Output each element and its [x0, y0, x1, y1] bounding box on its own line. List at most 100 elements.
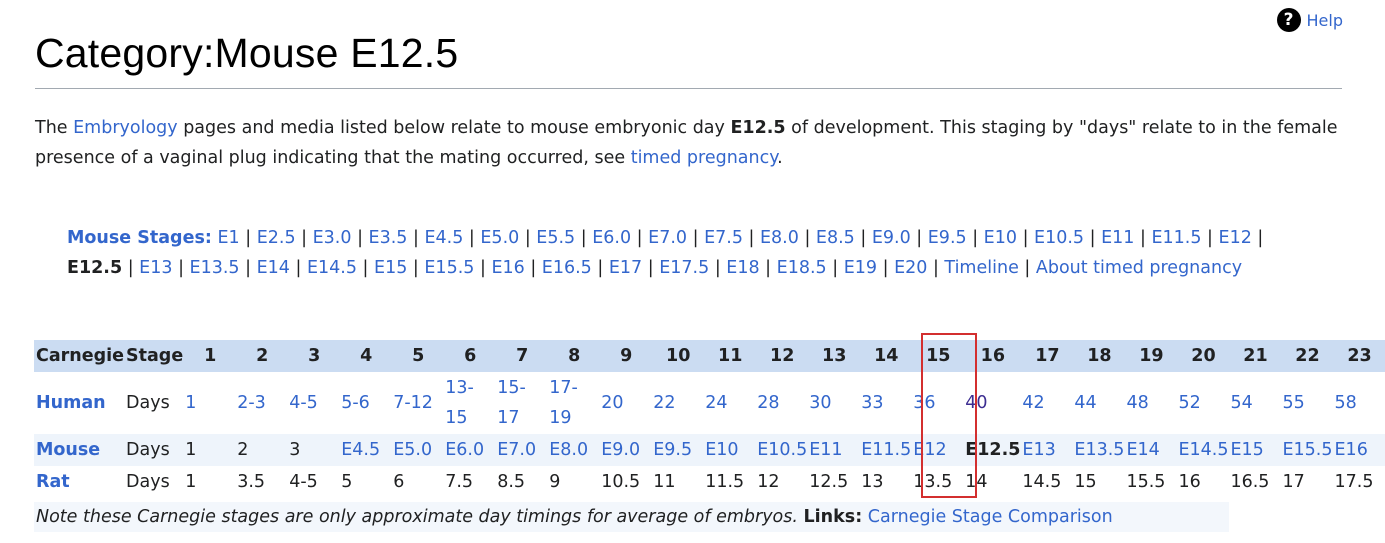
- human-value[interactable]: 13-15: [443, 372, 495, 434]
- mouse-value[interactable]: E5.0: [391, 434, 444, 466]
- rat-value: 16.5: [1230, 472, 1270, 492]
- header-stage-number: 6: [443, 340, 496, 372]
- stage-link-about-timed-pregnancy[interactable]: About timed pregnancy: [1036, 258, 1242, 278]
- stage-link-e6-0[interactable]: E6.0: [592, 228, 631, 248]
- human-value[interactable]: 20: [599, 372, 651, 434]
- stage-link-e14-5[interactable]: E14.5: [307, 258, 357, 278]
- mouse-value[interactable]: E6.0: [443, 434, 496, 466]
- mouse-value[interactable]: E13: [1020, 434, 1073, 466]
- separator: |: [709, 258, 727, 278]
- human-value[interactable]: 24: [703, 372, 755, 434]
- stage-link-e20[interactable]: E20: [894, 258, 927, 278]
- human-value[interactable]: 58: [1333, 372, 1385, 434]
- mouse-value[interactable]: E4.5: [339, 434, 392, 466]
- mouse-value[interactable]: E16: [1332, 434, 1385, 466]
- stage-link-e7-5[interactable]: E7.5: [704, 228, 743, 248]
- help-label[interactable]: Help: [1307, 11, 1343, 30]
- human-value[interactable]: 33: [859, 372, 911, 434]
- stage-link-e13[interactable]: E13: [139, 258, 172, 278]
- page-title: Category:Mouse E12.5: [35, 30, 459, 76]
- rat-value: 15: [1074, 472, 1097, 492]
- stage-link-e9-5[interactable]: E9.5: [928, 228, 967, 248]
- stage-link-e19[interactable]: E19: [844, 258, 877, 278]
- stage-link-e1[interactable]: E1: [217, 228, 239, 248]
- stage-link-e3-0[interactable]: E3.0: [313, 228, 352, 248]
- mouse-value[interactable]: E7.0: [495, 434, 548, 466]
- mouse-value[interactable]: E13.5: [1072, 434, 1125, 466]
- human-value[interactable]: 30: [807, 372, 859, 434]
- stage-link-e9-0[interactable]: E9.0: [872, 228, 911, 248]
- mouse-value[interactable]: E10.5: [755, 434, 808, 466]
- header-stage-number: 17: [1020, 340, 1073, 372]
- stage-link-e15[interactable]: E15: [374, 258, 407, 278]
- stage-link-e2-5[interactable]: E2.5: [257, 228, 296, 248]
- carnegie-comparison-link[interactable]: Carnegie Stage Comparison: [868, 507, 1113, 527]
- stage-link-e11[interactable]: E11: [1101, 228, 1134, 248]
- stage-link-e8-0[interactable]: E8.0: [760, 228, 799, 248]
- stage-link-e17-5[interactable]: E17.5: [659, 258, 709, 278]
- mouse-value: 2: [235, 434, 288, 466]
- rat-row-label[interactable]: Rat: [34, 466, 124, 498]
- human-value[interactable]: 7-12: [391, 372, 443, 434]
- embryology-link[interactable]: Embryology: [73, 118, 178, 138]
- human-value[interactable]: 4-5: [287, 372, 339, 434]
- mouse-value[interactable]: E9.5: [651, 434, 704, 466]
- separator: |: [687, 228, 705, 248]
- header-stage-number: 13: [807, 340, 860, 372]
- stage-link-e15-5[interactable]: E15.5: [424, 258, 474, 278]
- human-value[interactable]: 55: [1280, 372, 1332, 434]
- stage-link-e4-5[interactable]: E4.5: [424, 228, 463, 248]
- human-value[interactable]: 42: [1020, 372, 1072, 434]
- human-value[interactable]: 15-17: [495, 372, 547, 434]
- human-value[interactable]: 40: [963, 372, 1020, 434]
- stage-link-e7-0[interactable]: E7.0: [648, 228, 687, 248]
- stage-link-e18-5[interactable]: E18.5: [777, 258, 827, 278]
- mouse-row-label[interactable]: Mouse: [34, 434, 125, 466]
- header-stage-number: 16: [963, 340, 1021, 372]
- stage-link-e5-0[interactable]: E5.0: [480, 228, 519, 248]
- mouse-value[interactable]: E9.0: [599, 434, 652, 466]
- carnegie-stage-table: Carnegie Stage 1 2 3 4 5 6 7 8 9 10 11 12 13 14 15 16 17 18…: [34, 340, 1385, 498]
- header-stage-number: 5: [391, 340, 444, 372]
- human-value[interactable]: 1: [183, 372, 235, 434]
- stage-link-timeline[interactable]: Timeline: [944, 258, 1018, 278]
- stage-link-e11-5[interactable]: E11.5: [1151, 228, 1201, 248]
- stage-link-e5-5[interactable]: E5.5: [536, 228, 575, 248]
- stage-link-e13-5[interactable]: E13.5: [190, 258, 240, 278]
- stage-link-e18[interactable]: E18: [726, 258, 759, 278]
- mouse-value[interactable]: E15.5: [1280, 434, 1333, 466]
- human-value[interactable]: 28: [755, 372, 807, 434]
- human-value[interactable]: 17-19: [547, 372, 599, 434]
- stage-link-e17[interactable]: E17: [609, 258, 642, 278]
- mouse-stages-label[interactable]: Mouse Stages:: [67, 228, 212, 248]
- mouse-value[interactable]: E14.5: [1176, 434, 1229, 466]
- human-value[interactable]: 52: [1176, 372, 1228, 434]
- timed-pregnancy-link[interactable]: timed pregnancy: [631, 148, 777, 168]
- human-value[interactable]: 54: [1228, 372, 1280, 434]
- human-value[interactable]: 2-3: [235, 372, 287, 434]
- human-value[interactable]: 36: [911, 372, 963, 434]
- mouse-stages-nav: Mouse Stages: E1 | E2.5 | E3.0 | E3.5 | …: [67, 223, 1307, 283]
- stage-link-e3-5[interactable]: E3.5: [369, 228, 408, 248]
- mouse-value[interactable]: E11.5: [859, 434, 912, 466]
- mouse-value[interactable]: E8.0: [547, 434, 600, 466]
- stage-link-e8-5[interactable]: E8.5: [816, 228, 855, 248]
- stage-link-e14[interactable]: E14: [257, 258, 290, 278]
- human-row-label[interactable]: Human: [34, 372, 124, 434]
- human-value[interactable]: 44: [1072, 372, 1124, 434]
- human-value[interactable]: 48: [1124, 372, 1176, 434]
- mouse-value[interactable]: E14: [1124, 434, 1177, 466]
- stage-link-e10[interactable]: E10: [984, 228, 1017, 248]
- stage-link-e16-5[interactable]: E16.5: [542, 258, 592, 278]
- rat-value: 14.5: [1022, 472, 1062, 492]
- help-link[interactable]: ? Help: [1276, 8, 1343, 32]
- human-value[interactable]: 5-6: [339, 372, 391, 434]
- mouse-value[interactable]: E10: [703, 434, 756, 466]
- stage-link-e16[interactable]: E16: [491, 258, 524, 278]
- mouse-value[interactable]: E15: [1228, 434, 1281, 466]
- stage-link-e10-5[interactable]: E10.5: [1034, 228, 1084, 248]
- mouse-value[interactable]: E11: [807, 434, 860, 466]
- human-value[interactable]: 22: [651, 372, 703, 434]
- stage-link-e12[interactable]: E12: [1219, 228, 1252, 248]
- mouse-value[interactable]: E12: [911, 434, 964, 466]
